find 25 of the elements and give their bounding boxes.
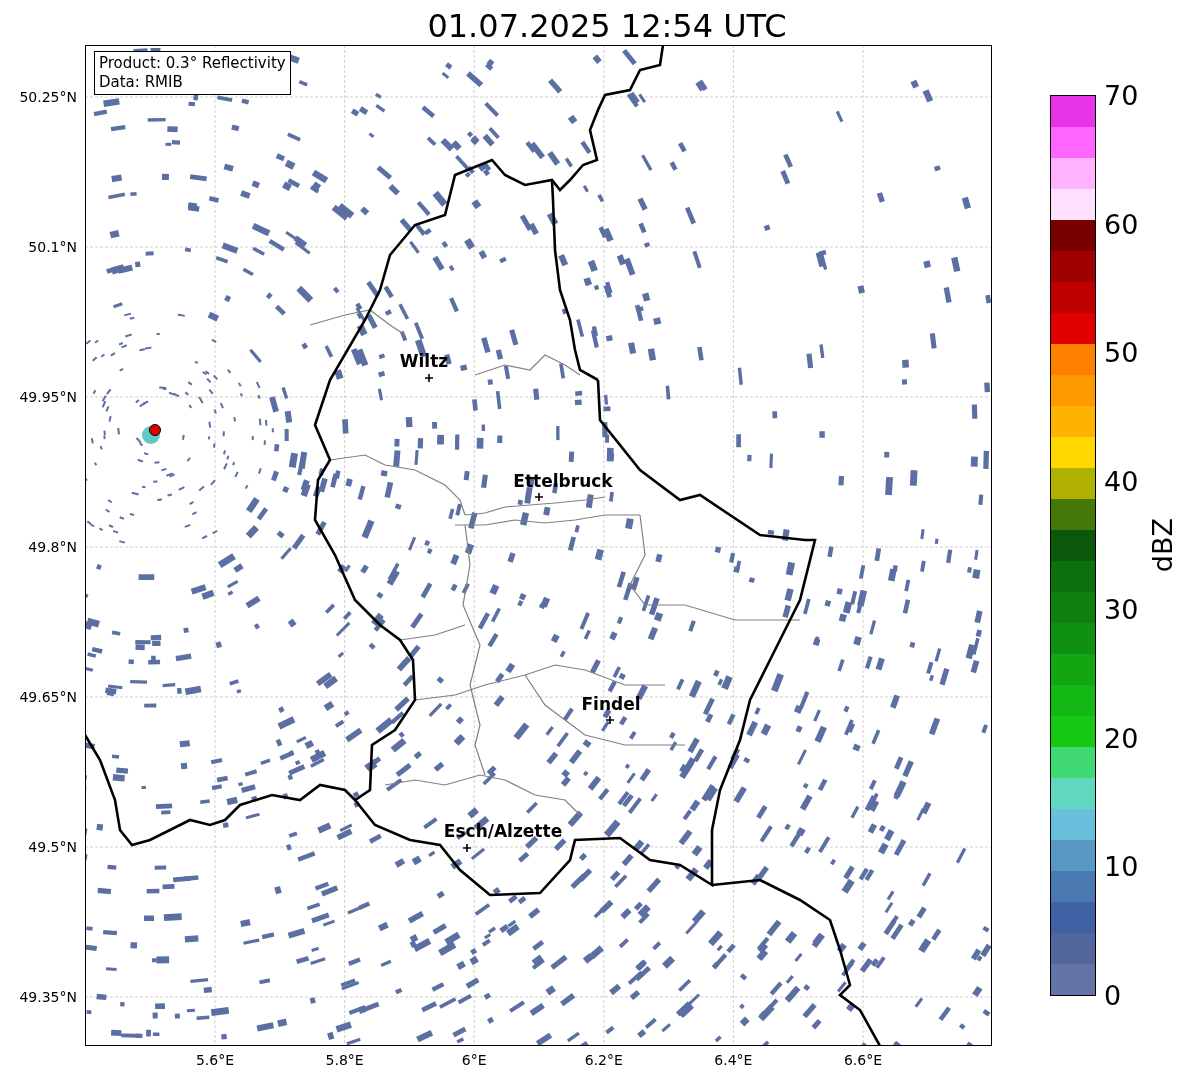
latitude-tick-label: 49.5°N: [28, 839, 77, 855]
longitude-tick-label: 6.2°E: [584, 1052, 623, 1068]
scale-tick-label: 0: [1104, 979, 1122, 1011]
scale-tick-label: 70: [1104, 79, 1139, 111]
latitude-tick-label: 50.25°N: [19, 89, 77, 105]
info-text: Data: RMIB: [99, 73, 184, 92]
scale-tick-label: 10: [1104, 850, 1139, 882]
longitude-tick-label: 6.4°E: [714, 1052, 753, 1068]
longitude-tick-label: 5.6°E: [195, 1052, 235, 1068]
info-text: Product: 0.3° Reflectivity: [99, 54, 286, 73]
scale-tick-label: 30: [1104, 593, 1139, 625]
scale-tick-label: 60: [1104, 208, 1139, 240]
scale-tick-label: 40: [1104, 465, 1139, 497]
latitude-tick-label: 49.65°N: [19, 689, 77, 705]
scale-unit-label: dBZ: [1148, 517, 1178, 573]
scale-tick-label: 20: [1104, 722, 1139, 754]
longitude-tick-label: 6.6°E: [843, 1052, 883, 1068]
latitude-tick-label: 49.35°N: [19, 989, 77, 1005]
scale-tick-label: 50: [1104, 336, 1139, 368]
latitude-tick-label: 50.1°N: [28, 239, 77, 255]
latitude-tick-label: 49.95°N: [19, 389, 77, 405]
latitude-tick-label: 49.8°N: [28, 539, 77, 555]
longitude-tick-label: 6°E: [461, 1052, 487, 1068]
chart-title: 01.07.2025 12:54 UTC: [426, 6, 788, 45]
longitude-tick-label: 5.8°E: [325, 1052, 364, 1068]
